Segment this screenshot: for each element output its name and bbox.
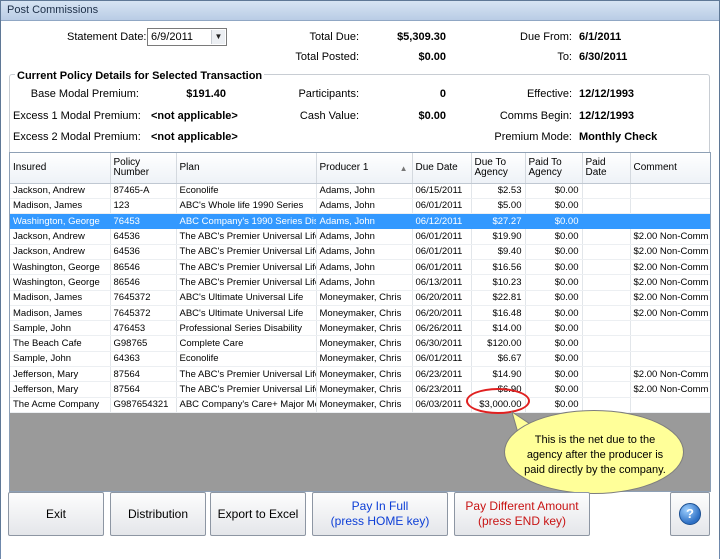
help-button[interactable]: ? xyxy=(670,492,710,536)
pay-in-full-button[interactable]: Pay In Full (press HOME key) xyxy=(312,492,448,536)
export-to-excel-button[interactable]: Export to Excel xyxy=(210,492,306,536)
distribution-button[interactable]: Distribution xyxy=(110,492,206,536)
pay-in-full-hint: (press HOME key) xyxy=(330,514,430,528)
exit-button[interactable]: Exit xyxy=(8,492,104,536)
help-icon: ? xyxy=(679,503,701,525)
callout-text: This is the net due to the agency after … xyxy=(524,434,666,476)
pay-different-amount-hint: (press END key) xyxy=(477,514,566,528)
pay-different-amount-button[interactable]: Pay Different Amount (press END key) xyxy=(454,492,590,536)
pay-in-full-label: Pay In Full xyxy=(351,499,409,513)
pay-different-amount-label: Pay Different Amount xyxy=(465,499,579,513)
